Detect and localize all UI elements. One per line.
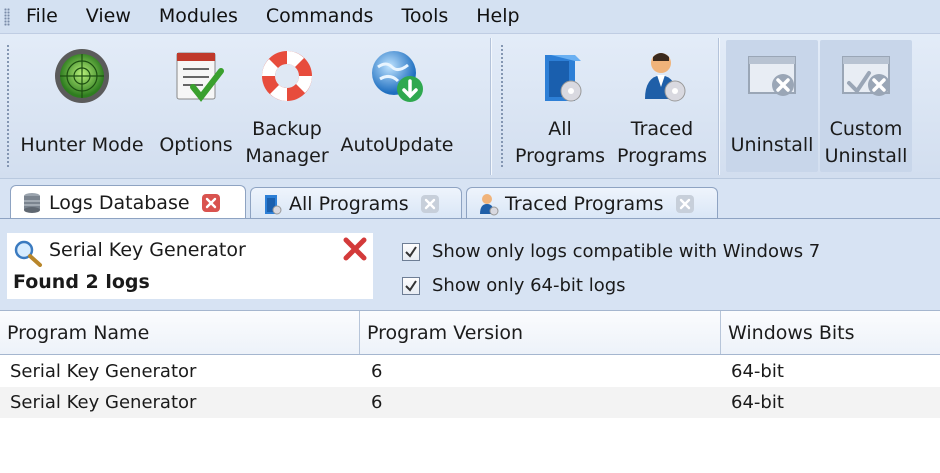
backup-manager-button[interactable]: Backup Manager xyxy=(242,40,332,172)
hunter-mode-label: Hunter Mode xyxy=(20,134,144,156)
column-header-program-name[interactable]: Program Name xyxy=(0,311,360,354)
table-header: Program Name Program Version Windows Bit… xyxy=(0,310,940,355)
column-header-program-version[interactable]: Program Version xyxy=(360,311,721,354)
menu-modules[interactable]: Modules xyxy=(145,0,252,33)
hunter-mode-button[interactable]: Hunter Mode xyxy=(14,40,150,172)
user-cd-icon xyxy=(477,192,499,216)
user-cd-icon xyxy=(630,44,694,108)
cell-program-name: Serial Key Generator xyxy=(10,361,197,382)
cell-program-name: Serial Key Generator xyxy=(10,392,197,413)
tab-logs-database[interactable]: Logs Database xyxy=(10,185,246,219)
table-row[interactable]: Serial Key Generator 6 64-bit xyxy=(0,387,940,418)
checklist-icon xyxy=(164,44,228,108)
autoupdate-button[interactable]: AutoUpdate xyxy=(336,40,458,172)
all-programs-label-line1: All xyxy=(548,118,572,140)
all-programs-button[interactable]: All Programs xyxy=(510,40,610,172)
all-programs-label-line2: Programs xyxy=(514,145,606,167)
filter-panel: Serial Key Generator Found 2 logs Show o… xyxy=(0,218,940,310)
search-result-count: Found 2 logs xyxy=(13,271,150,293)
uninstall-label: Uninstall xyxy=(730,134,814,156)
search-box[interactable]: Serial Key Generator Found 2 logs xyxy=(7,233,373,299)
menu-bar: File View Modules Commands Tools Help xyxy=(0,0,940,33)
window-remove-icon xyxy=(740,44,804,108)
menu-view[interactable]: View xyxy=(72,0,145,33)
toolbar-separator xyxy=(490,38,491,175)
tab-all-programs-close-icon[interactable] xyxy=(420,194,439,213)
toolbar-separator-2 xyxy=(718,38,719,175)
menu-file[interactable]: File xyxy=(10,0,72,33)
column-header-windows-bits[interactable]: Windows Bits xyxy=(721,311,940,354)
menu-help[interactable]: Help xyxy=(462,0,533,33)
toolbar-grip-right[interactable] xyxy=(500,44,504,169)
menu-tools[interactable]: Tools xyxy=(387,0,462,33)
tab-logs-database-label: Logs Database xyxy=(49,191,190,214)
custom-uninstall-label-line2: Uninstall xyxy=(824,145,908,167)
custom-uninstall-button[interactable]: Custom Uninstall xyxy=(820,40,912,172)
compat-checkbox-label: Show only logs compatible with Windows 7 xyxy=(432,241,821,262)
toolbar-grip-left[interactable] xyxy=(6,44,10,169)
clear-search-icon[interactable] xyxy=(341,235,369,267)
radar-icon xyxy=(50,44,114,108)
backup-manager-label-line2: Manager xyxy=(245,145,329,167)
tab-traced-programs-label: Traced Programs xyxy=(505,192,664,215)
traced-programs-button[interactable]: Traced Programs xyxy=(614,40,710,172)
bits-filter[interactable]: Show only 64-bit logs xyxy=(402,275,626,296)
menu-commands[interactable]: Commands xyxy=(252,0,388,33)
cell-windows-bits: 64-bit xyxy=(731,392,784,413)
compat-filter[interactable]: Show only logs compatible with Windows 7 xyxy=(402,241,820,262)
autoupdate-label: AutoUpdate xyxy=(340,134,454,156)
traced-programs-label-line2: Programs xyxy=(616,145,708,167)
compat-checkbox[interactable] xyxy=(402,242,420,261)
options-button[interactable]: Options xyxy=(154,40,238,172)
database-icon xyxy=(21,191,43,215)
program-box-icon xyxy=(528,44,592,108)
search-input[interactable]: Serial Key Generator xyxy=(49,239,246,261)
custom-uninstall-label-line1: Custom xyxy=(829,118,903,140)
bits-checkbox-label: Show only 64-bit logs xyxy=(432,275,626,296)
globe-download-icon xyxy=(365,44,429,108)
tab-strip: Logs Database All Programs Traced Progra… xyxy=(0,178,940,219)
bits-checkbox[interactable] xyxy=(402,276,420,295)
cell-windows-bits: 64-bit xyxy=(731,361,784,382)
tab-traced-programs-close-icon[interactable] xyxy=(675,194,694,213)
search-icon xyxy=(13,239,43,271)
options-label: Options xyxy=(159,134,233,156)
tab-logs-database-close-icon[interactable] xyxy=(201,193,220,212)
window-check-remove-icon xyxy=(834,44,898,108)
backup-manager-label-line1: Backup xyxy=(252,118,322,140)
tab-all-programs[interactable]: All Programs xyxy=(250,187,462,219)
toolbar: Hunter Mode Options Backup Manager AutoU… xyxy=(0,33,940,178)
program-box-icon xyxy=(261,192,283,216)
cell-program-version: 6 xyxy=(371,361,383,382)
uninstall-button[interactable]: Uninstall xyxy=(726,40,818,172)
tab-traced-programs[interactable]: Traced Programs xyxy=(466,187,718,219)
cell-program-version: 6 xyxy=(371,392,383,413)
lifebuoy-icon xyxy=(255,44,319,108)
tab-all-programs-label: All Programs xyxy=(289,192,409,215)
traced-programs-label-line1: Traced xyxy=(630,118,694,140)
table-row[interactable]: Serial Key Generator 6 64-bit xyxy=(0,356,940,387)
